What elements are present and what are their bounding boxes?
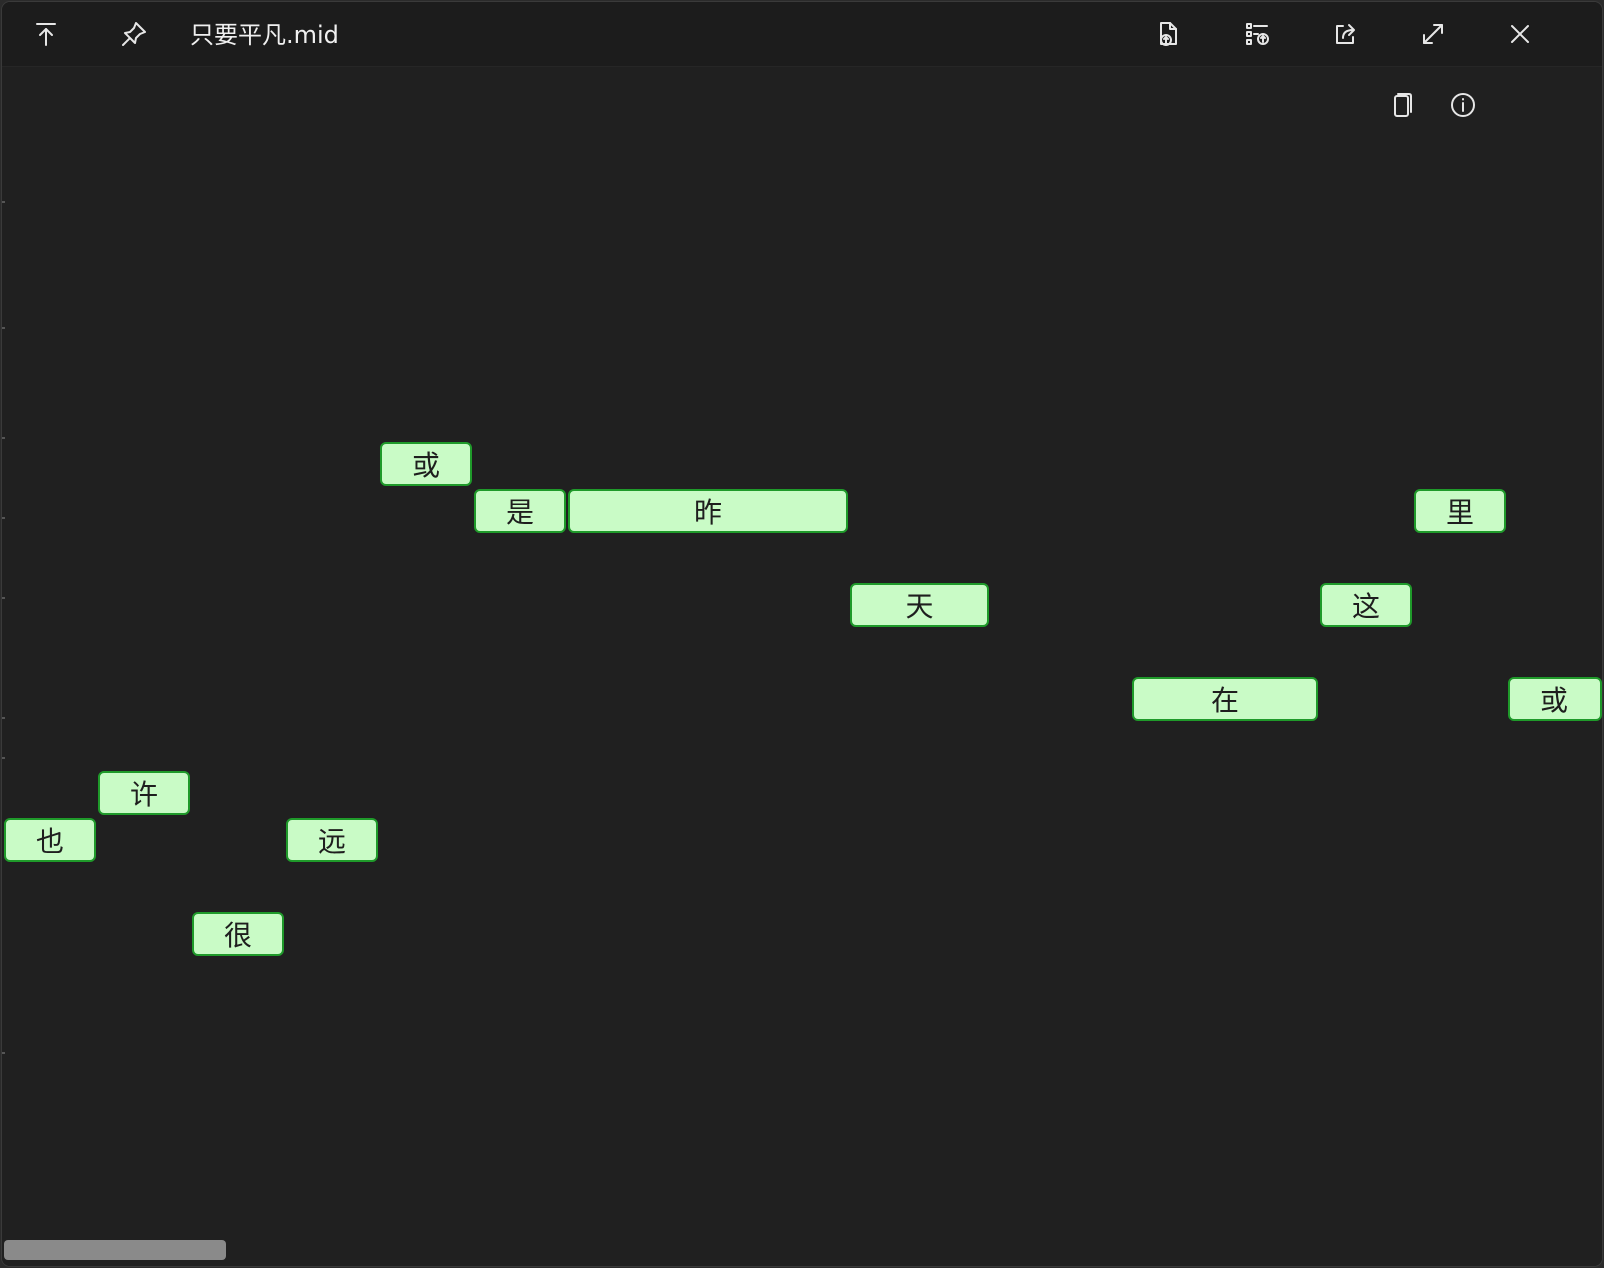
left-edge-ruler [2,67,5,1266]
pin-icon [122,22,146,46]
ruler-tick [2,201,5,203]
export-file-button[interactable] [1144,10,1192,58]
share-button[interactable] [1321,10,1369,58]
note-block[interactable]: 是 [474,489,566,533]
ruler-tick [2,517,5,519]
ruler-tick [2,717,5,719]
note-block[interactable]: 昨 [568,489,848,533]
note-block[interactable]: 或 [380,442,472,486]
piano-roll-canvas[interactable]: 也 许 很 远 或 是 昨 天 在 这 里 或 [2,67,1602,1266]
note-block[interactable]: 远 [286,818,378,862]
fullscreen-button[interactable] [1409,10,1457,58]
ruler-tick [2,437,5,439]
note-block[interactable]: 许 [98,771,190,815]
app-window: 只要平凡.mid 也 许 很 远 或 是 昨 天 在 这 里 或 [2,2,1602,1266]
note-block[interactable]: 里 [1414,489,1506,533]
export-file-icon [1160,22,1177,46]
export-list-icon [1246,23,1269,45]
pin-button[interactable] [110,10,158,58]
window-title: 只要平凡.mid [190,21,339,49]
share-icon [1336,24,1355,44]
info-icon [1451,93,1475,117]
scrollbar-thumb[interactable] [4,1240,226,1260]
title-bar: 只要平凡.mid [2,2,1602,67]
note-block[interactable]: 在 [1132,677,1318,721]
ruler-tick [2,1052,5,1054]
note-block[interactable]: 天 [850,583,989,627]
move-to-top-button[interactable] [22,10,70,58]
ruler-tick [2,327,5,329]
note-block[interactable]: 很 [192,912,284,956]
fullscreen-icon [1423,24,1443,44]
export-list-button[interactable] [1233,10,1281,58]
ruler-tick [2,597,5,599]
copy-button[interactable] [1377,81,1425,129]
close-button[interactable] [1496,10,1544,58]
note-block[interactable]: 也 [4,818,96,862]
close-icon [1511,25,1529,43]
info-button[interactable] [1439,81,1487,129]
copy-icon [1394,93,1412,117]
move-to-top-icon [36,23,56,46]
ruler-tick [2,757,5,759]
horizontal-scrollbar[interactable] [2,1240,1602,1264]
note-block[interactable]: 或 [1508,677,1602,721]
note-block[interactable]: 这 [1320,583,1412,627]
